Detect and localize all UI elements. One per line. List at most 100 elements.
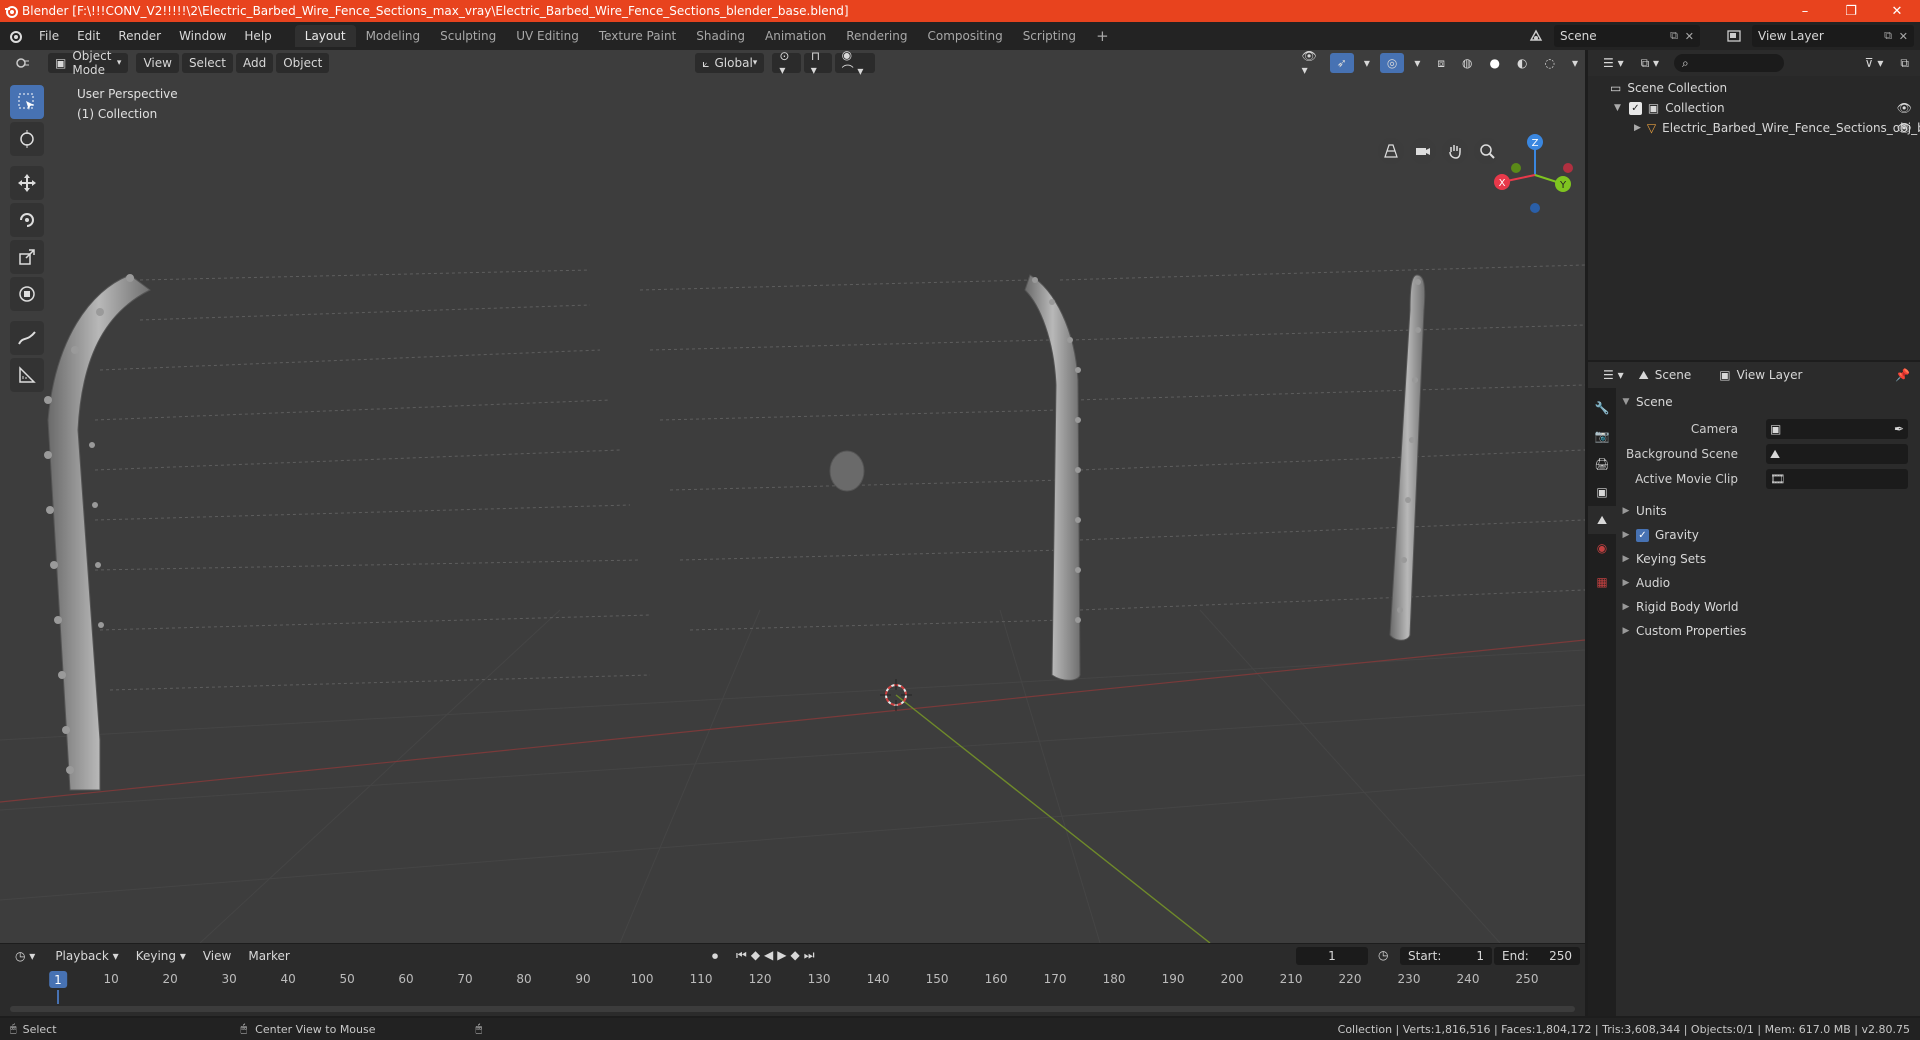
proportional-editing-icon[interactable]: ◉ ⌒ ▾ [834, 50, 875, 78]
overlays-options-icon[interactable]: ▾ [1407, 53, 1427, 73]
menu-playback[interactable]: Playback ▾ [48, 946, 125, 966]
outliner-search-input[interactable]: ⌕ [1674, 54, 1785, 72]
neg-x-axis-handle[interactable] [1563, 163, 1573, 173]
texture-tab-icon[interactable]: ▦ [1588, 568, 1616, 596]
menu-add[interactable]: Add [235, 53, 274, 73]
blender-menu-icon[interactable] [0, 29, 30, 43]
rendered-shading-icon[interactable]: ◌ [1537, 53, 1561, 73]
3d-viewport[interactable]: ▣ Object Mode ▾ View Select Add Object ⟀… [0, 50, 1585, 943]
new-view-layer-icon[interactable]: ⧉ [1884, 29, 1892, 43]
rotate-tool[interactable] [10, 203, 44, 237]
close-button[interactable]: ✕ [1874, 0, 1920, 22]
play-icon[interactable]: ▶ [777, 948, 790, 962]
tool-tab-icon[interactable]: 🔧 [1588, 394, 1616, 422]
next-keyframe-icon[interactable]: ◆ [791, 948, 804, 962]
menu-keying[interactable]: Keying ▾ [129, 946, 193, 966]
wireframe-shading-icon[interactable]: ◍ [1455, 53, 1479, 73]
end-frame-field[interactable]: End: 250 [1494, 947, 1580, 965]
scale-tool[interactable] [10, 240, 44, 274]
jump-end-icon[interactable]: ⏭ [804, 948, 819, 962]
visibility-icon[interactable]: 👁 ▾ [1295, 50, 1327, 77]
overlays-toggle-icon[interactable]: ◎ [1379, 53, 1405, 73]
expand-triangle-icon[interactable]: ▶ [1634, 123, 1641, 133]
audio-panel-header[interactable]: ▶ Audio [1616, 571, 1920, 595]
cursor-tool[interactable] [10, 122, 44, 156]
gizmo-options-icon[interactable]: ▾ [1357, 53, 1377, 73]
tab-compositing[interactable]: Compositing [917, 25, 1012, 47]
camera-view-icon[interactable] [1410, 138, 1436, 164]
rigid-body-world-panel-header[interactable]: ▶ Rigid Body World [1616, 595, 1920, 619]
preview-range-icon[interactable]: ◷ [1378, 948, 1388, 962]
background-scene-field[interactable]: ⛰ [1766, 444, 1908, 464]
maximize-button[interactable]: ❐ [1828, 0, 1874, 22]
orientation-selector[interactable]: ⟀ Global ▾ [695, 53, 765, 73]
pivot-point-icon[interactable]: ⊙ ▾ [772, 50, 801, 77]
world-tab-icon[interactable]: ◉ [1588, 534, 1616, 562]
tab-uv-editing[interactable]: UV Editing [506, 25, 589, 47]
new-scene-icon[interactable]: ⧉ [1670, 29, 1678, 43]
tab-texture-paint[interactable]: Texture Paint [589, 25, 686, 47]
annotate-tool[interactable] [10, 321, 44, 355]
measure-tool[interactable] [10, 358, 44, 392]
gizmo-toggle-icon[interactable]: ➶ [1329, 53, 1354, 73]
remove-scene-icon[interactable]: ✕ [1685, 30, 1694, 43]
tab-animation[interactable]: Animation [755, 25, 836, 47]
tab-layout[interactable]: Layout [294, 25, 356, 47]
menu-edit[interactable]: Edit [68, 22, 109, 50]
outliner-row-object[interactable]: ▶ ▽ Electric_Barbed_Wire_Fence_Sections_… [1588, 118, 1920, 138]
start-frame-field[interactable]: Start: 1 [1400, 947, 1492, 965]
jump-start-icon[interactable]: ⏮ [736, 948, 751, 962]
pan-view-icon[interactable] [1442, 138, 1468, 164]
display-mode-icon[interactable]: ⧉ ▾ [1634, 53, 1666, 73]
toggle-ortho-icon[interactable] [1378, 138, 1404, 164]
outliner-editor-type-icon[interactable]: ☰ ▾ [1596, 53, 1631, 73]
minimize-button[interactable]: – [1782, 0, 1828, 22]
transform-tool[interactable] [10, 277, 44, 311]
shading-options-icon[interactable]: ▾ [1565, 53, 1585, 73]
eye-icon[interactable]: 👁 [1897, 101, 1912, 115]
record-icon[interactable]: ⏺ [712, 949, 718, 964]
current-frame-field[interactable]: 1 [1296, 947, 1368, 965]
output-tab-icon[interactable]: 🖨 [1588, 450, 1616, 478]
units-panel-header[interactable]: ▶ Units [1616, 499, 1920, 523]
view-layer-selector[interactable]: View Layer ⧉ ✕ [1752, 25, 1914, 47]
tab-scripting[interactable]: Scripting [1013, 25, 1086, 47]
menu-object[interactable]: Object [276, 53, 330, 73]
camera-field[interactable]: ▣ ✒ [1766, 419, 1908, 439]
snap-icon[interactable]: ⊓ ▾ [803, 50, 832, 77]
collection-checkbox[interactable]: ✓ [1628, 101, 1642, 115]
gravity-checkbox[interactable]: ✓ [1636, 528, 1649, 542]
material-shading-icon[interactable]: ◐ [1510, 53, 1534, 73]
timeline-editor-type-icon[interactable]: ◷ ▾ [8, 946, 42, 966]
eyedropper-icon[interactable]: ✒ [1894, 422, 1904, 436]
remove-view-layer-icon[interactable]: ✕ [1899, 30, 1908, 43]
scene-selector[interactable]: Scene ⧉ ✕ [1554, 25, 1700, 47]
menu-file[interactable]: File [30, 22, 68, 50]
movie-clip-field[interactable]: 🎞 [1766, 469, 1908, 489]
tab-rendering[interactable]: Rendering [836, 25, 917, 47]
new-collection-icon[interactable]: ⧉ [1893, 53, 1916, 73]
mode-selector[interactable]: ▣ Object Mode ▾ [48, 50, 129, 77]
menu-timeline-view[interactable]: View [196, 946, 238, 966]
menu-render[interactable]: Render [109, 22, 170, 50]
solid-shading-icon[interactable]: ● [1483, 53, 1507, 73]
tab-shading[interactable]: Shading [686, 25, 755, 47]
tab-sculpting[interactable]: Sculpting [430, 25, 506, 47]
menu-window[interactable]: Window [170, 22, 235, 50]
tab-modeling[interactable]: Modeling [356, 25, 431, 47]
custom-properties-panel-header[interactable]: ▶ Custom Properties [1616, 619, 1920, 643]
menu-view[interactable]: View [136, 53, 179, 73]
navigation-gizmo[interactable]: Z X Y [1490, 130, 1580, 220]
add-workspace-button[interactable]: + [1086, 25, 1119, 47]
menu-marker[interactable]: Marker [241, 946, 296, 966]
keying-sets-panel-header[interactable]: ▶ Keying Sets [1616, 547, 1920, 571]
neg-z-axis-handle[interactable] [1530, 203, 1540, 213]
editor-type-icon[interactable] [8, 53, 38, 73]
timeline-scrollbar[interactable] [10, 1006, 1575, 1012]
properties-editor-type-icon[interactable]: ☰ ▾ [1596, 365, 1631, 385]
expand-triangle-icon[interactable]: ▼ [1614, 103, 1621, 113]
neg-y-axis-handle[interactable] [1511, 163, 1521, 173]
prev-keyframe-icon[interactable]: ◆ [751, 948, 764, 962]
outliner-row-collection[interactable]: ▼ ✓ ▣ Collection 👁 [1588, 98, 1920, 118]
view-layer-tab-icon[interactable]: ▣ [1588, 478, 1616, 506]
